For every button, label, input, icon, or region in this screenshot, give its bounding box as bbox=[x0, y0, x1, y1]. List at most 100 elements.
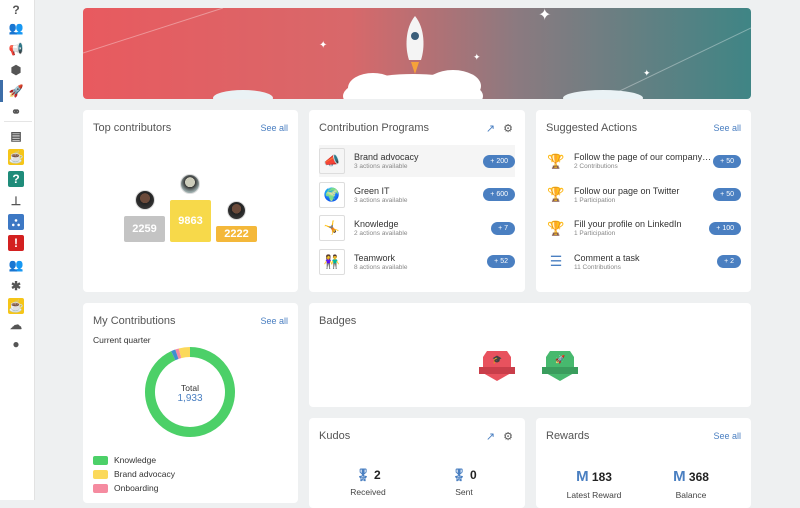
users-icon[interactable]: 👥 bbox=[8, 257, 24, 273]
program-text: Brand advocacy 3 actions available bbox=[354, 152, 483, 170]
legend-item[interactable]: Knowledge bbox=[93, 455, 156, 465]
points-badge: + 52 bbox=[487, 255, 515, 268]
legend-label: Brand advocacy bbox=[114, 469, 175, 479]
legend-swatch bbox=[93, 469, 108, 479]
svg-text:✦: ✦ bbox=[643, 68, 651, 78]
alert-app-icon[interactable]: ! bbox=[8, 235, 24, 251]
action-name: Comment a task bbox=[574, 252, 640, 263]
action-text: Comment a task 11 Contributions bbox=[574, 253, 717, 271]
program-thumbnail-icon: 🌍 bbox=[319, 181, 345, 208]
gear-icon[interactable]: ⚙ bbox=[503, 430, 513, 443]
user-avatar-icon[interactable]: ● bbox=[8, 336, 24, 352]
see-all-link[interactable]: See all bbox=[260, 316, 288, 326]
cloud-app-icon[interactable]: ☁ bbox=[8, 317, 24, 333]
faq-app-icon[interactable]: ? bbox=[8, 171, 24, 187]
legend-item[interactable]: Brand advocacy bbox=[93, 469, 175, 479]
legend-label: Knowledge bbox=[114, 455, 157, 465]
svg-text:🎓: 🎓 bbox=[492, 355, 502, 364]
card-icon[interactable]: ▤ bbox=[8, 128, 24, 144]
contribution-programs-card: Contribution Programs ↗ ⚙ 📣 Brand advocacy… bbox=[309, 110, 525, 292]
suggested-action-row[interactable]: 🏆 Follow the page of our company on Linke… bbox=[546, 145, 741, 177]
action-count: 2 Contributions bbox=[574, 163, 618, 170]
ribbon-icon: 🎖 bbox=[355, 468, 371, 482]
program-row[interactable]: 🤸 Knowledge 2 actions available + 7 bbox=[319, 212, 515, 244]
legend-label: Onboarding bbox=[114, 483, 159, 493]
program-text: Teamwork 8 actions available bbox=[354, 253, 487, 271]
podium-rank-3: 2222 bbox=[216, 226, 257, 242]
avatar-rank-1[interactable] bbox=[180, 174, 200, 194]
donut-slice-other[interactable] bbox=[171, 349, 179, 361]
program-actions-count: 3 actions available bbox=[354, 196, 408, 204]
suggested-action-row[interactable]: ☰ Comment a task 11 Contributions + 2 bbox=[546, 246, 741, 278]
podium-rank-1: 9863 bbox=[170, 200, 211, 242]
rocket-illustration: ✦ ✦ ✦ ✦ bbox=[83, 8, 751, 99]
see-all-link[interactable]: See all bbox=[260, 123, 288, 133]
legend-item[interactable]: Onboarding bbox=[93, 483, 158, 493]
trophy-icon: 🏆 bbox=[547, 152, 565, 169]
action-count: 1 Participation bbox=[574, 230, 616, 237]
action-text: Fill your profile on LinkedIn 1 Participa… bbox=[574, 219, 709, 237]
sidebar: ? 👥 📢 ⬢ 🚀 ⚭ ▤ ☕? ⊥ ⛬! 👥 ✱ ☕ ☁ ● bbox=[0, 0, 35, 500]
coffee-app-icon-2[interactable]: ☕ bbox=[8, 298, 24, 314]
points-badge: + 100 bbox=[709, 221, 741, 235]
program-row[interactable]: 👫 Teamwork 8 actions available + 52 bbox=[319, 246, 515, 278]
see-all-link[interactable]: See all bbox=[713, 431, 741, 441]
sidebar-divider bbox=[4, 121, 32, 122]
megaphone-icon[interactable]: 📢 bbox=[8, 41, 24, 57]
card-title: Rewards bbox=[546, 430, 590, 442]
podium-rank-2: 2259 bbox=[124, 216, 165, 242]
people-link-icon[interactable]: ⚭ bbox=[8, 104, 24, 120]
points-badge: + 200 bbox=[483, 154, 515, 168]
card-title: Top contributors bbox=[93, 122, 172, 134]
points-badge: + 2 bbox=[717, 255, 741, 268]
kudos-sent-label: Sent bbox=[455, 487, 473, 497]
suggested-actions-card: Suggested Actions See all 🏆 Follow the pa… bbox=[536, 110, 751, 292]
program-row[interactable]: 📣 Brand advocacy 3 actions available + 200 bbox=[319, 145, 515, 177]
currency-icon: M bbox=[576, 468, 589, 485]
gear-icon[interactable]: ⚙ bbox=[503, 122, 513, 135]
trophy-icon: 🏆 bbox=[547, 219, 565, 236]
program-actions-count: 3 actions available bbox=[354, 163, 408, 170]
kudos-sent-value: 0 bbox=[469, 468, 477, 482]
suggested-action-row[interactable]: 🏆 Follow our page on Twitter 1 Participati… bbox=[546, 179, 741, 211]
balance-value: 368 bbox=[688, 470, 709, 484]
program-thumbnail-icon: 👫 bbox=[319, 248, 345, 275]
program-text: Green IT 3 actions available bbox=[354, 186, 483, 204]
coffee-app-icon[interactable]: ☕ bbox=[8, 149, 24, 165]
see-all-link[interactable]: See all bbox=[713, 123, 741, 133]
my-contributions-card: My Contributions See all Current quarter… bbox=[83, 303, 298, 503]
ribbon-icon: 🎖 bbox=[451, 468, 467, 482]
external-link-icon[interactable]: ↗ bbox=[486, 430, 495, 443]
donut-slice-onboarding[interactable] bbox=[175, 348, 182, 359]
suggested-action-row[interactable]: 🏆 Fill your profile on LinkedIn 1 Particip… bbox=[546, 212, 741, 244]
external-link-icon[interactable]: ↗ bbox=[486, 122, 495, 135]
avatar-rank-2[interactable] bbox=[135, 190, 155, 210]
program-name: Knowledge bbox=[354, 219, 399, 229]
rocket-icon[interactable]: 🚀 bbox=[8, 83, 24, 99]
program-name: Green IT bbox=[354, 185, 390, 196]
trophy-icon: 🏆 bbox=[547, 186, 565, 202]
latest-reward-label: Latest Reward bbox=[566, 490, 622, 500]
badges-card: Badges 🎓 🚀 bbox=[309, 303, 751, 407]
badge-engagement: 🚀 bbox=[542, 351, 578, 381]
help-icon[interactable]: ? bbox=[8, 2, 24, 18]
action-name: Follow our page on Twitter bbox=[574, 185, 680, 196]
community-icon[interactable]: 👥 bbox=[8, 20, 24, 36]
latest-reward-value: 183 bbox=[591, 470, 612, 484]
org-chart-icon[interactable]: ⊥ bbox=[8, 193, 24, 209]
top-contributors-card: Top contributors See all 2259 9863 2222 bbox=[83, 110, 298, 292]
action-name: Follow the page of our company on Linked… bbox=[574, 152, 713, 162]
program-row[interactable]: 🌍 Green IT 3 actions available + 600 bbox=[319, 179, 515, 211]
card-title: Kudos bbox=[319, 430, 351, 442]
balance-label: Balance bbox=[675, 490, 707, 500]
puzzle-app-icon[interactable]: ✱ bbox=[8, 278, 24, 294]
donut-slice-brand-advocacy[interactable] bbox=[178, 347, 191, 359]
box-icon[interactable]: ⬢ bbox=[8, 62, 24, 78]
program-name: Brand advocacy bbox=[354, 152, 419, 162]
action-text: Follow the page of our company on Linked… bbox=[574, 152, 713, 170]
card-title: Badges bbox=[319, 315, 357, 327]
total-label: Total bbox=[181, 383, 199, 393]
avatar-rank-3[interactable] bbox=[227, 201, 246, 220]
program-thumbnail-icon: 🤸 bbox=[319, 215, 345, 241]
team-app-icon[interactable]: ⛬ bbox=[8, 214, 24, 230]
